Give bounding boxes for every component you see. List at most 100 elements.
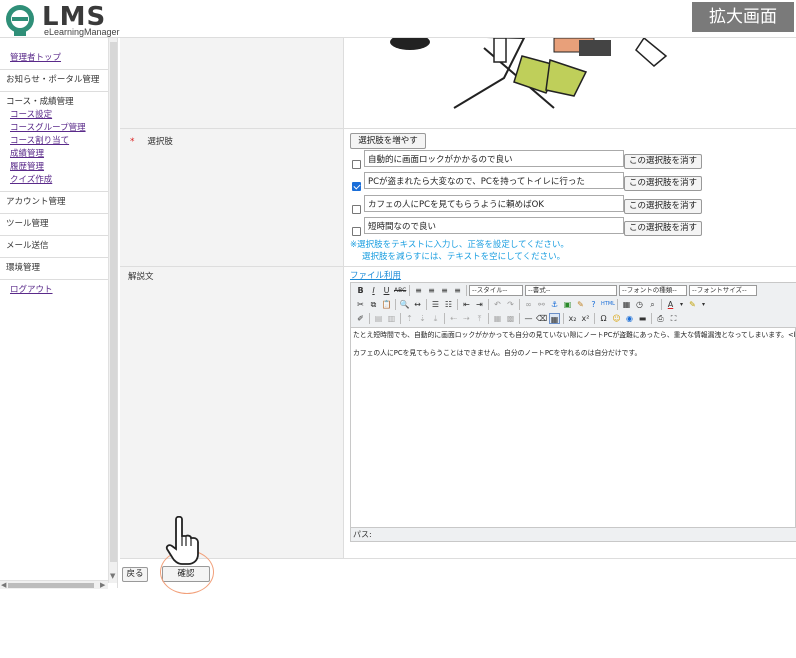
unlink-icon[interactable]: ⚯ bbox=[536, 299, 547, 310]
media-icon[interactable]: ▦ bbox=[621, 299, 632, 310]
sidebar-horizontal-scrollbar[interactable]: ◀ ▶ bbox=[0, 580, 108, 589]
add-choice-button[interactable]: 選択肢を増やす bbox=[350, 133, 426, 149]
find-icon[interactable]: 🔍 bbox=[399, 299, 410, 310]
sidebar-item-history[interactable]: 履歴管理 bbox=[6, 161, 102, 174]
link-icon[interactable]: ∞ bbox=[523, 299, 534, 310]
delete-choice-button[interactable]: この選択肢を消す bbox=[624, 199, 702, 214]
embed-icon[interactable]: ▬ bbox=[637, 313, 648, 324]
numbered-list-icon[interactable]: ☷ bbox=[443, 299, 454, 310]
preview-icon[interactable]: ⌕ bbox=[647, 299, 658, 310]
indent-icon[interactable]: ⇥ bbox=[474, 299, 485, 310]
choice-text-input[interactable]: PCが盗まれたら大変なので、PCを持ってトイレに行った bbox=[364, 172, 624, 189]
italic-icon[interactable]: I bbox=[368, 285, 379, 296]
style-select[interactable]: --スタイル-- bbox=[469, 285, 523, 296]
choice-text-input[interactable]: 短時間なので良い bbox=[364, 217, 624, 234]
sidebar-item-logout[interactable]: ログアウト bbox=[6, 284, 102, 297]
edit-icon[interactable]: ✐ bbox=[355, 313, 366, 324]
align-right-icon[interactable]: ≡ bbox=[439, 285, 450, 296]
table-row-icon[interactable]: ▥ bbox=[386, 313, 397, 324]
scrollbar-thumb[interactable] bbox=[110, 42, 117, 562]
font-size-select[interactable]: --フォントサイズ-- bbox=[689, 285, 757, 296]
html-icon[interactable]: HTML bbox=[601, 299, 615, 310]
delete-choice-button[interactable]: この選択肢を消す bbox=[624, 176, 702, 191]
choice-checkbox[interactable] bbox=[352, 205, 361, 214]
highlight-dropdown-icon[interactable]: ▾ bbox=[698, 299, 709, 310]
insert-col-before-icon[interactable]: ⇠ bbox=[448, 313, 459, 324]
choices-row-label: * 選択肢 bbox=[120, 129, 344, 273]
sidebar-vertical-scrollbar[interactable]: ▼ bbox=[108, 38, 117, 583]
superscript-icon[interactable]: x² bbox=[580, 313, 591, 324]
paste-icon[interactable]: 📋 bbox=[381, 299, 392, 310]
delete-row-icon[interactable]: ⤓ bbox=[430, 313, 441, 324]
scrollbar-thumb[interactable] bbox=[8, 583, 94, 588]
sidebar-item-course-settings[interactable]: コース設定 bbox=[6, 109, 102, 122]
logo-mark-icon bbox=[6, 5, 34, 36]
flash-icon[interactable]: ◉ bbox=[624, 313, 635, 324]
strikethrough-icon[interactable]: ABC bbox=[394, 285, 406, 296]
sidebar-item-course-group[interactable]: コースグループ管理 bbox=[6, 122, 102, 135]
print-icon[interactable]: ⎙ bbox=[655, 313, 666, 324]
outdent-icon[interactable]: ⇤ bbox=[461, 299, 472, 310]
fullscreen-icon[interactable]: ⛶ bbox=[668, 313, 679, 324]
redo-icon[interactable]: ↷ bbox=[505, 299, 516, 310]
sidebar-item-tool[interactable]: ツール管理 bbox=[6, 218, 102, 231]
remove-format-icon[interactable]: ⌫ bbox=[536, 313, 547, 324]
anchor-icon[interactable]: ⚓ bbox=[549, 299, 560, 310]
choice-checkbox[interactable] bbox=[352, 227, 361, 236]
editor-content[interactable]: たとえ短時間でも、自動的に画面ロックがかかっても自分の見ていない隙にノートPCが… bbox=[353, 330, 795, 520]
cleanup-icon[interactable]: ✎ bbox=[575, 299, 586, 310]
font-color-dropdown-icon[interactable]: ▾ bbox=[676, 299, 687, 310]
rich-text-editor: B I U ABC ≡ ≡ ≡ ≡ --スタイル-- --書式-- --フォント… bbox=[350, 282, 796, 542]
scroll-down-arrow-icon[interactable]: ▼ bbox=[110, 572, 115, 580]
delete-choice-button[interactable]: この選択肢を消す bbox=[624, 221, 702, 236]
split-cells-icon[interactable]: ▦ bbox=[492, 313, 503, 324]
sidebar-item-env[interactable]: 環境管理 bbox=[6, 262, 102, 275]
clock-icon[interactable]: ◷ bbox=[634, 299, 645, 310]
image-icon[interactable]: ▣ bbox=[562, 299, 573, 310]
cut-icon[interactable]: ✂ bbox=[355, 299, 366, 310]
sidebar-item-admin-top[interactable]: 管理者トップ bbox=[6, 52, 102, 65]
insert-row-after-icon[interactable]: ⇣ bbox=[417, 313, 428, 324]
insert-col-after-icon[interactable]: ⇢ bbox=[461, 313, 472, 324]
undo-icon[interactable]: ↶ bbox=[492, 299, 503, 310]
table-icon[interactable]: ▤ bbox=[373, 313, 384, 324]
toolbar-separator bbox=[651, 313, 652, 324]
sidebar-item-mail[interactable]: メール送信 bbox=[6, 240, 102, 253]
scroll-left-arrow-icon[interactable]: ◀ bbox=[1, 581, 6, 589]
bullet-list-icon[interactable]: ☰ bbox=[430, 299, 441, 310]
underline-icon[interactable]: U bbox=[381, 285, 392, 296]
file-use-link[interactable]: ファイル利用 bbox=[350, 269, 401, 281]
delete-choice-button[interactable]: この選択肢を消す bbox=[624, 154, 702, 169]
highlight-color-icon[interactable]: ✎ bbox=[687, 299, 698, 310]
choice-checkbox[interactable] bbox=[352, 160, 361, 169]
replace-icon[interactable]: ↔ bbox=[412, 299, 423, 310]
font-color-icon[interactable]: A bbox=[665, 299, 676, 310]
subscript-icon[interactable]: x₂ bbox=[567, 313, 578, 324]
align-center-icon[interactable]: ≡ bbox=[426, 285, 437, 296]
help-icon[interactable]: ? bbox=[588, 299, 599, 310]
format-select[interactable]: --書式-- bbox=[525, 285, 617, 296]
sidebar-item-notice-portal[interactable]: お知らせ・ポータル管理 bbox=[6, 74, 102, 87]
copy-icon[interactable]: ⧉ bbox=[368, 299, 379, 310]
font-family-select[interactable]: --フォントの種類-- bbox=[619, 285, 687, 296]
insert-row-before-icon[interactable]: ⇡ bbox=[404, 313, 415, 324]
align-justify-icon[interactable]: ≡ bbox=[452, 285, 463, 296]
sidebar-item-account[interactable]: アカウント管理 bbox=[6, 196, 102, 209]
special-char-icon[interactable]: Ω bbox=[598, 313, 609, 324]
emoticon-icon[interactable]: ☺ bbox=[611, 313, 622, 324]
visual-aid-icon[interactable]: ▦ bbox=[549, 313, 560, 324]
choice-text-input[interactable]: カフェの人にPCを見てもらうように頼めばOK bbox=[364, 195, 624, 212]
sidebar-item-grades[interactable]: 成績管理 bbox=[6, 148, 102, 161]
choice-checkbox-checked[interactable] bbox=[352, 182, 361, 191]
sidebar-item-course-assign[interactable]: コース割り当て bbox=[6, 135, 102, 148]
delete-col-icon[interactable]: ⤒ bbox=[474, 313, 485, 324]
merge-cells-icon[interactable]: ▩ bbox=[505, 313, 516, 324]
sidebar-item-quiz-create[interactable]: クイズ作成 bbox=[6, 174, 102, 187]
back-button[interactable]: 戻る bbox=[122, 567, 148, 582]
bold-icon[interactable]: B bbox=[355, 285, 366, 296]
app-header: LMS eLearningManager 拡大画面 bbox=[0, 0, 796, 38]
horizontal-rule-icon[interactable]: — bbox=[523, 313, 534, 324]
choice-text-input[interactable]: 自動的に画面ロックがかかるので良い bbox=[364, 150, 624, 167]
align-left-icon[interactable]: ≡ bbox=[413, 285, 424, 296]
scroll-right-arrow-icon[interactable]: ▶ bbox=[100, 581, 105, 589]
